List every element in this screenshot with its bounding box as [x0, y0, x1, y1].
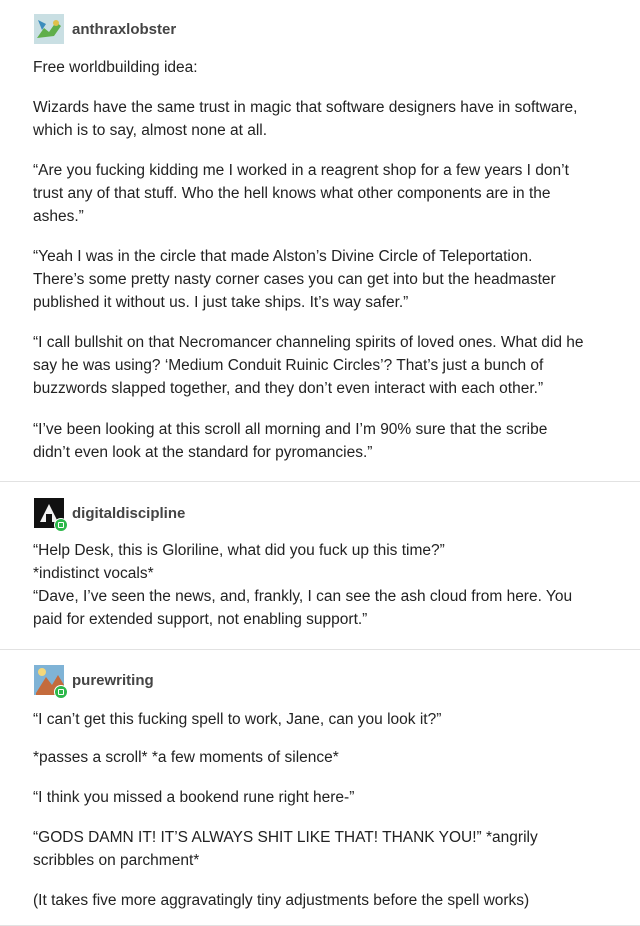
post-text: “I think you missed a bookend rune right… — [33, 789, 355, 806]
post-text: (It takes five more aggravatingly tiny a… — [33, 892, 530, 909]
post-text: *passes a scroll* *a few moments of sile… — [33, 749, 339, 766]
post-text: “Are you fucking kidding me I worked in … — [33, 162, 569, 225]
post-header: digitaldiscipline — [34, 498, 185, 532]
lobster-avatar-icon — [34, 14, 64, 44]
post-digitaldiscipline: digitaldiscipline “Help Desk, this is Gl… — [0, 482, 640, 650]
post-text: Free worldbuilding idea: — [33, 59, 198, 76]
post-text: “I’ve been looking at this scroll all mo… — [33, 421, 548, 461]
post-purewriting: purewriting “I can’t get this fucking sp… — [0, 650, 640, 926]
username[interactable]: purewriting — [72, 672, 154, 689]
avatar[interactable] — [34, 498, 68, 532]
username[interactable]: anthraxlobster — [72, 21, 176, 38]
post-text: Wizards have the same trust in magic tha… — [33, 99, 578, 139]
post-text: “Help Desk, this is Gloriline, what did … — [33, 542, 573, 628]
post-text: “GODS DAMN IT! IT’S ALWAYS SHIT LIKE THA… — [33, 829, 538, 869]
avatar[interactable] — [34, 665, 68, 699]
online-badge-icon — [54, 685, 68, 699]
post-header: purewriting — [34, 665, 154, 699]
username[interactable]: digitaldiscipline — [72, 505, 185, 522]
post-text: “Yeah I was in the circle that made Alst… — [33, 248, 556, 311]
post-header: anthraxlobster — [34, 14, 176, 44]
post-text: “I can’t get this fucking spell to work,… — [33, 711, 442, 728]
post-anthraxlobster: anthraxlobster Free worldbuilding idea: … — [0, 0, 640, 482]
avatar[interactable] — [34, 14, 64, 44]
post-text: “I call bullshit on that Necromancer cha… — [33, 334, 584, 397]
online-badge-icon — [54, 518, 68, 532]
